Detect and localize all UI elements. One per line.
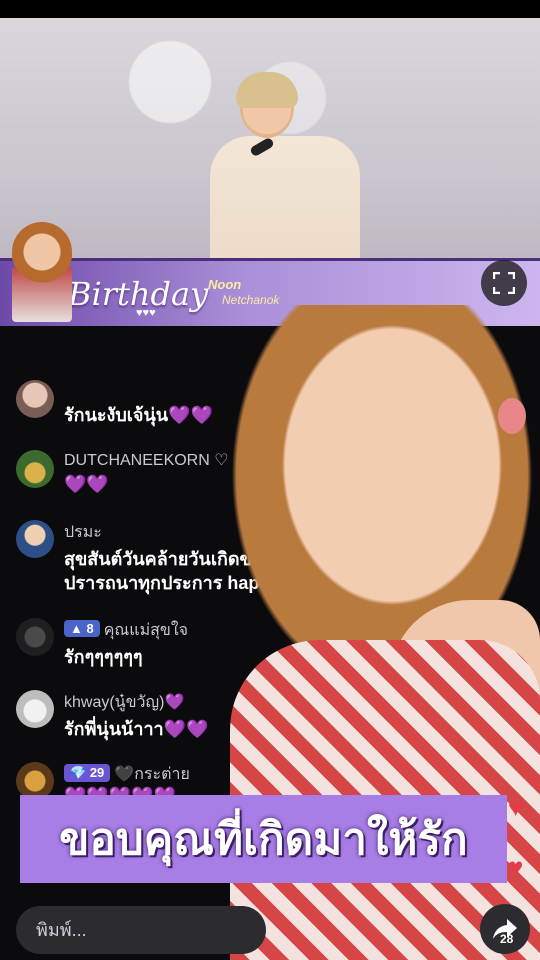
level-badge: ▲ 8 bbox=[64, 620, 100, 637]
heart-icon: ♥ bbox=[508, 852, 524, 882]
avatar bbox=[16, 618, 54, 656]
heart-icon: ♥ bbox=[508, 792, 524, 822]
banner-portrait bbox=[12, 222, 72, 322]
chat-username: DUTCHANEEKORN ♡ bbox=[64, 452, 229, 469]
share-count: 28 bbox=[500, 932, 514, 946]
status-bar bbox=[0, 0, 540, 18]
fullscreen-button[interactable] bbox=[481, 260, 527, 306]
comment-input-container[interactable] bbox=[16, 906, 266, 954]
thanks-banner: ขอบคุณที่เกิดมาให้รัก bbox=[20, 795, 507, 883]
avatar bbox=[16, 380, 54, 418]
chat-username: 💎 29 🖤กระต่าย bbox=[64, 762, 190, 787]
chat-text: 💜💜 bbox=[64, 474, 109, 494]
comment-input[interactable] bbox=[34, 918, 238, 942]
avatar bbox=[16, 450, 54, 488]
avatar bbox=[16, 690, 54, 728]
chat-text: รักๆๆๆๆๆๆ bbox=[64, 647, 143, 667]
banner-name-first: Noon bbox=[208, 277, 242, 292]
chat-username: khway(นู๋ขวัญ)💜 bbox=[64, 694, 185, 711]
share-button[interactable] bbox=[480, 904, 530, 954]
hair-flower bbox=[498, 398, 526, 434]
fullscreen-icon bbox=[493, 272, 515, 294]
chat-username: ปรมะ bbox=[64, 524, 102, 541]
level-badge: 💎 29 bbox=[64, 764, 111, 782]
avatar bbox=[16, 520, 54, 558]
chat-text: รักนะงับเจ้นุ่น💜💜 bbox=[64, 405, 213, 425]
thanks-text: ขอบคุณที่เกิดมาให้รัก bbox=[59, 815, 468, 864]
chat-text: รักพี่นุ่นน้าาา💜💜 bbox=[64, 719, 209, 739]
banner-hearts: ♥♥♥ bbox=[136, 307, 156, 319]
chat-username: ▲ 8 คุณแม่สุขใจ bbox=[64, 618, 188, 643]
